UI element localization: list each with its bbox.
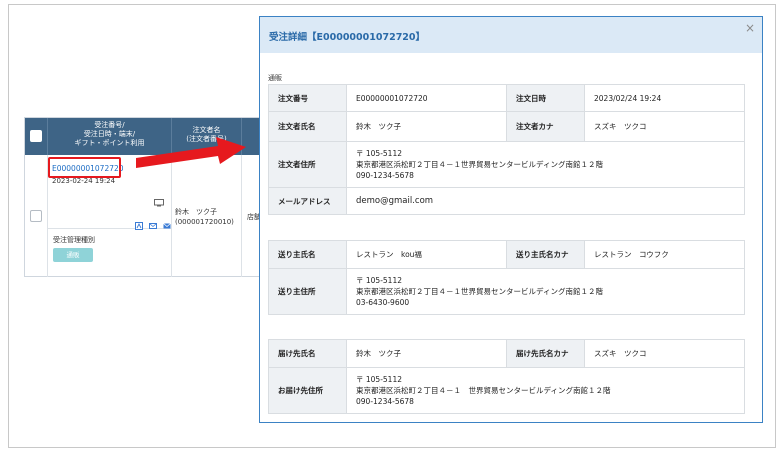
table-row: お届け先住所 〒 105-5112 東京都港区浜松町２丁目４－１ 世界貿易センタ… <box>268 367 745 414</box>
delivery-address-label: お届け先住所 <box>268 367 347 414</box>
delivery-name-label: 届け先氏名 <box>268 339 347 368</box>
table-row: 届け先氏名 鈴木 ツク子 届け先氏名カナ スズキ ツクコ <box>268 339 745 368</box>
delivery-kana-value: スズキ ツクコ <box>584 339 745 368</box>
highlight-box <box>48 157 121 178</box>
order-datetime: 2023-02-24 19:24 <box>52 177 116 185</box>
sender-address-value: 〒 105-5112 東京都港区浜松町２丁目４－１世界貿易センタービルディング南… <box>346 268 745 315</box>
orderer-number: (000001720010) <box>175 218 234 226</box>
order-date-value: 2023/02/24 19:24 <box>584 84 745 112</box>
orderer-name-label: 注文者氏名 <box>268 111 347 142</box>
table-row: メールアドレス demo@gmail.com <box>268 187 745 215</box>
management-type-button[interactable]: 通販 <box>53 248 93 262</box>
table-row: 注文者氏名 鈴木 ツク子 注文者カナ スズキ ツクコ <box>268 111 745 142</box>
orderer-name-value: 鈴木 ツク子 <box>346 111 507 142</box>
sender-kana-value: レストラン コウフク <box>584 240 745 269</box>
pdf-icon[interactable] <box>135 215 143 230</box>
select-all-checkbox[interactable] <box>30 130 42 142</box>
orderer-cell: 鈴木 ツク子 (000001720010) <box>175 207 234 227</box>
order-number-value: E00000001072720 <box>346 84 507 112</box>
pc-terminal-icon <box>154 199 164 207</box>
address-postal: 〒 105-5112 <box>356 276 402 285</box>
sender-info-table: 送り主氏名 レストラン kou福 送り主氏名カナ レストラン コウフク 送り主住… <box>268 240 745 315</box>
close-icon[interactable]: × <box>745 21 755 35</box>
delivery-kana-label: 届け先氏名カナ <box>506 339 585 368</box>
order-icons <box>134 215 171 230</box>
delivery-info-table: 届け先氏名 鈴木 ツク子 届け先氏名カナ スズキ ツクコ お届け先住所 〒 10… <box>268 339 745 414</box>
address-postal: 〒 105-5112 <box>356 149 402 158</box>
table-row: 注文番号 E00000001072720 注文日時 2023/02/24 19:… <box>268 84 745 112</box>
management-type-label: 受注管理種別 <box>53 236 95 244</box>
orderer-name: 鈴木 ツク子 <box>175 208 217 216</box>
sender-name-value: レストラン kou福 <box>346 240 507 269</box>
section-tag: 通販 <box>268 74 282 82</box>
sender-address-label: 送り主住所 <box>268 268 347 315</box>
table-row: 注文者住所 〒 105-5112 東京都港区浜松町２丁目４－１世界貿易センタービ… <box>268 141 745 188</box>
sender-name-label: 送り主氏名 <box>268 240 347 269</box>
orderer-kana-label: 注文者カナ <box>506 111 585 142</box>
table-row: 送り主氏名 レストラン kou福 送り主氏名カナ レストラン コウフク <box>268 240 745 269</box>
address-street: 東京都港区浜松町２丁目４－１世界貿易センタービルディング南館１２階 <box>356 287 603 296</box>
sender-kana-label: 送り主氏名カナ <box>506 240 585 269</box>
header-orderer-name-line1: 注文者名 <box>192 126 221 134</box>
orderer-address-label: 注文者住所 <box>268 141 347 188</box>
mail-outline-icon[interactable] <box>149 215 158 229</box>
orderer-kana-value: スズキ ツクコ <box>584 111 745 142</box>
order-date-label: 注文日時 <box>506 84 585 112</box>
address-phone: 090-1234-5678 <box>356 397 414 406</box>
mail-filled-icon[interactable] <box>163 215 171 229</box>
delivery-name-value: 鈴木 ツク子 <box>346 339 507 368</box>
address-phone: 090-1234-5678 <box>356 171 414 180</box>
order-number-label: 注文番号 <box>268 84 347 112</box>
address-street: 東京都港区浜松町２丁目４－１世界貿易センタービルディング南館１２階 <box>356 160 603 169</box>
row-checkbox[interactable] <box>30 210 42 222</box>
modal-header: 受注詳細【E00000001072720】 × <box>260 17 762 53</box>
table-row: 送り主住所 〒 105-5112 東京都港区浜松町２丁目４－１世界貿易センタービ… <box>268 268 745 315</box>
orderer-info-table: 注文番号 E00000001072720 注文日時 2023/02/24 19:… <box>268 84 745 215</box>
email-label: メールアドレス <box>268 187 347 215</box>
email-value: demo@gmail.com <box>346 187 745 215</box>
address-street: 東京都港区浜松町２丁目４－１ 世界貿易センタービルディング南館１２階 <box>356 386 611 395</box>
arrow-icon <box>136 137 246 168</box>
header-order-number-line1: 受注番号/ <box>94 121 125 129</box>
delivery-address-value: 〒 105-5112 東京都港区浜松町２丁目４－１ 世界貿易センタービルディング… <box>346 367 745 414</box>
orderer-address-value: 〒 105-5112 東京都港区浜松町２丁目４－１世界貿易センタービルディング南… <box>346 141 745 188</box>
address-phone: 03-6430-9600 <box>356 298 410 307</box>
address-postal: 〒 105-5112 <box>356 375 402 384</box>
divider <box>241 155 242 277</box>
modal-title: 受注詳細【E00000001072720】 <box>269 32 426 43</box>
order-detail-modal: 受注詳細【E00000001072720】 × 通販 注文番号 E0000000… <box>259 16 763 423</box>
